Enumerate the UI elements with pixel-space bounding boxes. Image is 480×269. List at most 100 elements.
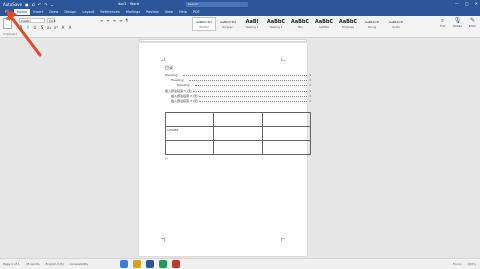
- table-cell[interactable]: [164, 140, 215, 155]
- table-cell[interactable]: [164, 112, 215, 127]
- paragraph-buttons: ≡ ≡ ≡ ≡ ¶: [100, 18, 128, 23]
- tab-5[interactable]: Layout: [80, 9, 98, 15]
- table-cell[interactable]: [261, 126, 312, 141]
- horizontal-ruler[interactable]: [139, 39, 307, 42]
- paragraph-button[interactable]: ≡: [119, 18, 122, 23]
- tool-button[interactable]: ✎ Editor: [467, 17, 478, 31]
- status-item[interactable]: 100%: [467, 262, 476, 266]
- toc-entry-text: 插入题注段落 3 (无): [171, 99, 199, 103]
- table-cell[interactable]: [261, 112, 312, 127]
- tab-6[interactable]: References: [97, 9, 122, 15]
- tab-3[interactable]: Draw: [46, 9, 61, 15]
- document-page[interactable]: 目录 Heading 1 Heading 1 Heading 1 插入题注段落 1 (无) 1…: [139, 43, 312, 256]
- font-size-select[interactable]: 10.5: [47, 18, 56, 23]
- toc-leader-dots: [193, 90, 307, 92]
- customize-icon[interactable]: ⌄: [51, 2, 54, 7]
- status-item[interactable]: Page 1 of 1: [3, 262, 20, 266]
- format-button[interactable]: A: [68, 25, 72, 30]
- table-cell[interactable]: [213, 126, 263, 141]
- style-item[interactable]: AaBbCcDd Normal: [192, 17, 216, 31]
- tab-8[interactable]: Review: [143, 9, 162, 15]
- tab-10[interactable]: Help: [176, 9, 190, 15]
- toc-page-number: 1: [309, 93, 311, 98]
- status-item[interactable]: English (US): [46, 262, 64, 266]
- tab-0[interactable]: File: [2, 9, 14, 15]
- style-item[interactable]: AaBbCcD Strong: [360, 17, 384, 31]
- style-item[interactable]: AaBbC Heading 2: [264, 17, 288, 31]
- toc-entry[interactable]: 插入题注段落 2 (无) 1: [171, 94, 311, 98]
- document-table[interactable]: 123456: [164, 112, 312, 155]
- toc-entry[interactable]: Heading 1: [177, 83, 311, 87]
- tab-2[interactable]: Insert: [30, 9, 46, 15]
- style-sample: AaBbCcDd: [196, 20, 212, 24]
- style-item[interactable]: AaBbCcDd No Spac.: [216, 17, 240, 31]
- style-sample: AaBbC: [266, 19, 286, 25]
- redo-icon[interactable]: ↷: [44, 2, 47, 7]
- paragraph-button[interactable]: ≡: [113, 18, 116, 23]
- margin-corner-mark: [281, 57, 285, 61]
- quick-access-toolbar: AutoSave ● ⎌ ↶ ↷ ⌄: [0, 2, 54, 7]
- save-icon[interactable]: ⎌: [32, 2, 35, 7]
- app-icon[interactable]: [159, 260, 167, 268]
- tab-1[interactable]: Home: [13, 9, 31, 15]
- style-sample: AaBl: [245, 19, 259, 25]
- minimize-button[interactable]: —: [455, 1, 459, 6]
- style-name: Normal: [199, 26, 209, 29]
- tab-9[interactable]: View: [162, 9, 176, 15]
- app-icon[interactable]: [120, 260, 128, 268]
- maximize-button[interactable]: □: [465, 1, 469, 6]
- tab-4[interactable]: Design: [61, 9, 79, 15]
- autosave-toggle[interactable]: AutoSave: [3, 2, 22, 7]
- style-item[interactable]: AaBl Heading 1: [240, 17, 264, 31]
- toc-entry[interactable]: 插入题注段落 1 (无) 1: [165, 89, 311, 93]
- word-icon[interactable]: [146, 260, 154, 268]
- tab-11[interactable]: PDF: [190, 9, 203, 15]
- style-sample: AaBbCcDd: [220, 20, 236, 24]
- table-row: 123456: [164, 126, 312, 141]
- app-icon[interactable]: [172, 260, 180, 268]
- tool-label: Find: [439, 25, 446, 28]
- tool-button[interactable]: ⌕ Find: [437, 17, 448, 31]
- format-button[interactable]: x₂: [47, 25, 51, 30]
- toc-entry-text: 插入题注段落 2 (无): [171, 93, 199, 98]
- window-controls: — □ ✕: [455, 1, 478, 6]
- search-input[interactable]: Search: [186, 1, 248, 7]
- toc-entry[interactable]: 插入题注段落 3 (无) 1: [171, 99, 311, 103]
- undo-icon[interactable]: ↶: [38, 2, 41, 7]
- paragraph-mark: ↵: [165, 156, 169, 161]
- table-cell[interactable]: [261, 140, 312, 155]
- format-button[interactable]: A: [61, 25, 65, 30]
- format-button[interactable]: U: [33, 25, 37, 30]
- table-cell[interactable]: 123456: [164, 126, 215, 141]
- format-button[interactable]: B: [19, 25, 23, 30]
- paragraph-button[interactable]: ≡: [100, 18, 103, 23]
- tab-7[interactable]: Mailings: [123, 9, 143, 15]
- style-sample: AaBbCcD: [365, 20, 379, 24]
- folder-icon[interactable]: [133, 260, 141, 268]
- toc-entry[interactable]: Heading 1: [171, 78, 311, 82]
- paragraph-button[interactable]: ¶: [125, 18, 128, 23]
- autosave-switch-icon[interactable]: ●: [25, 2, 29, 7]
- status-item[interactable]: Accessibility: [70, 262, 88, 266]
- table-cell[interactable]: [213, 140, 263, 155]
- table-cell[interactable]: [213, 112, 263, 127]
- paste-icon[interactable]: [3, 17, 12, 29]
- style-item[interactable]: AaBbC Title: [288, 17, 312, 31]
- toc-entry[interactable]: Heading 1: [165, 73, 311, 77]
- style-item[interactable]: AaBbC Subtitle: [312, 17, 336, 31]
- format-button[interactable]: I: [26, 25, 30, 30]
- format-button[interactable]: x²: [54, 25, 58, 30]
- tool-button[interactable]: 🎙 Dictate: [452, 17, 463, 31]
- status-item[interactable]: 45 words: [26, 262, 40, 266]
- status-item[interactable]: Focus: [453, 262, 462, 266]
- tool-label: Dictate: [452, 25, 463, 28]
- style-name: Heading 1: [245, 26, 259, 29]
- close-button[interactable]: ✕: [475, 1, 478, 6]
- style-item[interactable]: AaBbCcD Quote: [384, 17, 408, 31]
- font-name-select[interactable]: Calibri: [19, 18, 45, 23]
- toc-entry-text: Heading: [177, 83, 190, 88]
- style-item[interactable]: AaBbC Emphasis: [336, 17, 360, 31]
- style-sample: AaBbCcD: [389, 20, 403, 24]
- format-button[interactable]: S: [40, 25, 44, 30]
- paragraph-button[interactable]: ≡: [106, 18, 109, 23]
